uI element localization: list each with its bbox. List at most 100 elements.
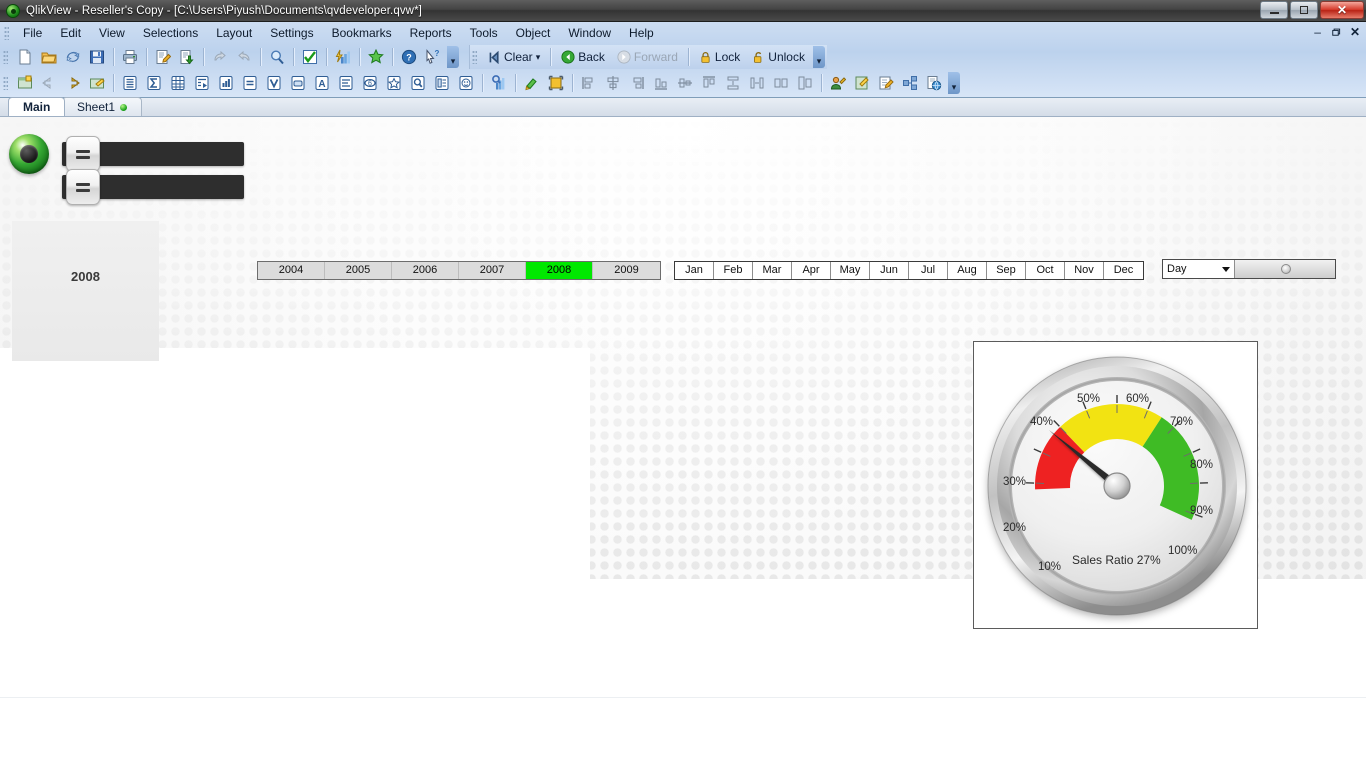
- menu-item-selections[interactable]: Selections: [134, 24, 207, 42]
- webview-icon[interactable]: [923, 72, 945, 94]
- grid-icon[interactable]: [794, 72, 816, 94]
- menu-item-help[interactable]: Help: [620, 24, 663, 42]
- month-cell-oct[interactable]: Oct: [1026, 262, 1065, 279]
- button-icon[interactable]: [287, 72, 309, 94]
- year-text-object[interactable]: 2008: [12, 221, 159, 361]
- table-box-icon[interactable]: [167, 72, 189, 94]
- search-object-icon[interactable]: [407, 72, 429, 94]
- menu-item-edit[interactable]: Edit: [51, 24, 90, 42]
- statistics-box-icon[interactable]: [143, 72, 165, 94]
- toolbar-design-grip[interactable]: [3, 76, 8, 90]
- promote-sheet-icon[interactable]: [38, 72, 60, 94]
- new-sheet-icon[interactable]: [14, 72, 36, 94]
- align-bottom-icon[interactable]: [650, 72, 672, 94]
- year-cell-2005[interactable]: 2005: [325, 262, 392, 279]
- month-cell-mar[interactable]: Mar: [753, 262, 792, 279]
- month-cell-may[interactable]: May: [831, 262, 870, 279]
- current-selections-icon[interactable]: [299, 46, 321, 68]
- toolbar-navigation-overflow-button[interactable]: ▾: [812, 46, 825, 68]
- month-cell-nov[interactable]: Nov: [1065, 262, 1104, 279]
- edit-module-icon[interactable]: [875, 72, 897, 94]
- line-arrow-icon[interactable]: [335, 72, 357, 94]
- slider-calendar-icon[interactable]: 6: [359, 72, 381, 94]
- linked-objects-icon[interactable]: [899, 72, 921, 94]
- align-right-icon[interactable]: [626, 72, 648, 94]
- unlock-button[interactable]: Unlock: [746, 46, 811, 68]
- menu-item-tools[interactable]: Tools: [461, 24, 507, 42]
- day-dropdown[interactable]: Day: [1163, 260, 1235, 278]
- clear-dropdown-arrow[interactable]: ▾: [536, 52, 541, 63]
- year-cell-2004[interactable]: 2004: [258, 262, 325, 279]
- list-box-icon[interactable]: [119, 72, 141, 94]
- container-icon[interactable]: [431, 72, 453, 94]
- document-properties-icon[interactable]: [851, 72, 873, 94]
- mdi-close-button[interactable]: ✕: [1350, 25, 1360, 39]
- multi-box-icon[interactable]: [263, 72, 285, 94]
- menu-item-file[interactable]: File: [14, 24, 51, 42]
- user-preferences-icon[interactable]: [827, 72, 849, 94]
- sheet-properties-icon[interactable]: [86, 72, 108, 94]
- month-cell-aug[interactable]: Aug: [948, 262, 987, 279]
- search-icon[interactable]: [266, 46, 288, 68]
- day-slider-knob[interactable]: [1281, 264, 1291, 274]
- mdi-child-controls[interactable]: – ✕: [1314, 25, 1360, 39]
- activate-all-icon[interactable]: [545, 72, 567, 94]
- chevron-down-icon[interactable]: [1222, 266, 1230, 272]
- chart-icon[interactable]: [215, 72, 237, 94]
- redo-icon[interactable]: [233, 46, 255, 68]
- mdi-restore-button[interactable]: [1330, 27, 1341, 38]
- month-cell-sep[interactable]: Sep: [987, 262, 1026, 279]
- month-cell-jul[interactable]: Jul: [909, 262, 948, 279]
- window-restore-button[interactable]: [1290, 1, 1318, 19]
- space-vertical-icon[interactable]: [722, 72, 744, 94]
- window-controls[interactable]: ✕: [1260, 1, 1364, 19]
- menu-item-reports[interactable]: Reports: [401, 24, 461, 42]
- space-horizontal-icon[interactable]: [746, 72, 768, 94]
- bookmark-object-icon[interactable]: [383, 72, 405, 94]
- menu-item-bookmarks[interactable]: Bookmarks: [323, 24, 401, 42]
- favorites-icon[interactable]: [365, 46, 387, 68]
- menu-item-window[interactable]: Window: [559, 24, 620, 42]
- month-cell-dec[interactable]: Dec: [1104, 262, 1143, 279]
- year-cell-2006[interactable]: 2006: [392, 262, 459, 279]
- size-equal-icon[interactable]: [770, 72, 792, 94]
- export-icon[interactable]: [176, 46, 198, 68]
- align-center-icon[interactable]: [602, 72, 624, 94]
- align-middle-icon[interactable]: [674, 72, 696, 94]
- text-object-icon[interactable]: A: [311, 72, 333, 94]
- day-slider-object[interactable]: Day: [1162, 259, 1336, 279]
- align-left-icon[interactable]: [578, 72, 600, 94]
- undo-icon[interactable]: [209, 46, 231, 68]
- open-document-icon[interactable]: [38, 46, 60, 68]
- year-cell-2009[interactable]: 2009: [593, 262, 660, 279]
- context-help-icon[interactable]: ?: [422, 46, 444, 68]
- sales-ratio-gauge-chart[interactable]: 30% 20% 10% 40% 50% 60% 70% 80% 90% 100%…: [973, 341, 1258, 629]
- month-cell-feb[interactable]: Feb: [714, 262, 753, 279]
- reload-icon[interactable]: [62, 46, 84, 68]
- day-slider-track[interactable]: [1235, 260, 1335, 278]
- year-list-box[interactable]: 2004 2005 2006 2007 2008 2009: [257, 261, 661, 280]
- menu-item-view[interactable]: View: [90, 24, 134, 42]
- custom-object-icon[interactable]: [455, 72, 477, 94]
- edit-script-icon[interactable]: [152, 46, 174, 68]
- mdi-minimize-button[interactable]: –: [1314, 25, 1321, 39]
- input-box-icon[interactable]: [239, 72, 261, 94]
- menu-item-layout[interactable]: Layout: [207, 24, 261, 42]
- align-top-icon[interactable]: [698, 72, 720, 94]
- window-close-button[interactable]: ✕: [1320, 1, 1364, 19]
- toolbar-navigation-grip[interactable]: [472, 50, 477, 64]
- pivot-table-icon[interactable]: [191, 72, 213, 94]
- chart-wizard-icon[interactable]: [332, 46, 354, 68]
- chart-properties-icon[interactable]: [488, 72, 510, 94]
- menu-item-settings[interactable]: Settings: [261, 24, 322, 42]
- back-button[interactable]: Back: [555, 46, 611, 68]
- sheet-tab-main[interactable]: Main: [8, 97, 66, 116]
- new-document-icon[interactable]: [14, 46, 36, 68]
- sheet-tab-sheet1[interactable]: Sheet1: [62, 97, 143, 116]
- save-icon[interactable]: [86, 46, 108, 68]
- search-box-2-equals-button[interactable]: [66, 169, 100, 205]
- month-cell-jan[interactable]: Jan: [675, 262, 714, 279]
- year-cell-2008-selected[interactable]: 2008: [526, 262, 593, 279]
- month-cell-jun[interactable]: Jun: [870, 262, 909, 279]
- lock-button[interactable]: Lock: [693, 46, 746, 68]
